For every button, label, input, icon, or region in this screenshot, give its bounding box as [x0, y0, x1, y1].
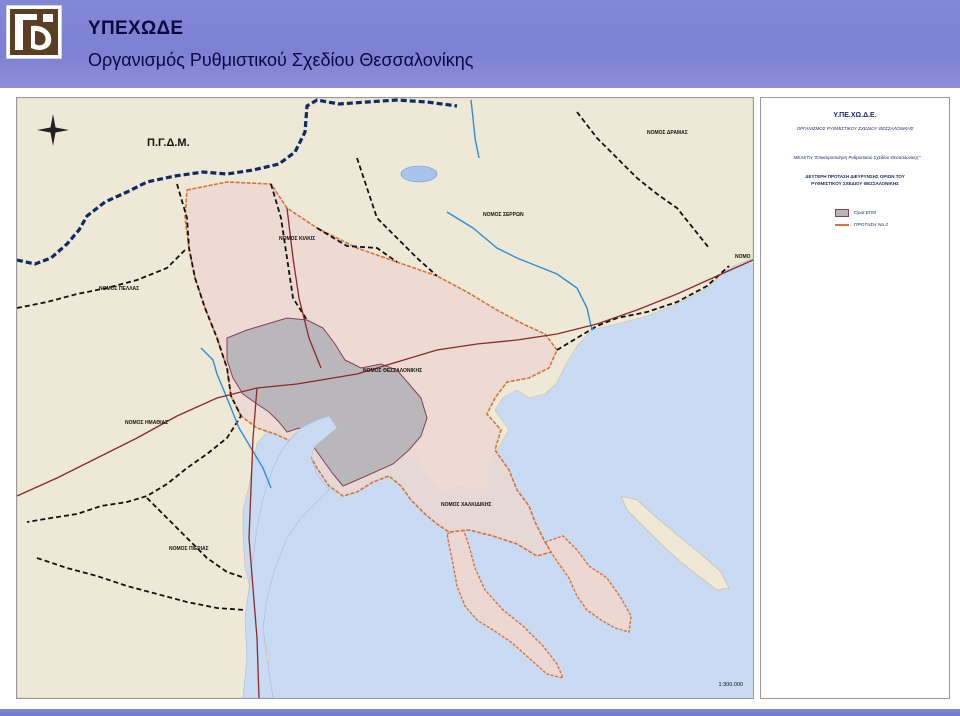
header-subtitle: Οργανισμός Ρυθμιστικού Σχεδίου Θεσσαλονί…	[88, 50, 474, 70]
thessaloniki-region-map: Π.Γ.Δ.Μ. ΝΟΜΟΣ ΔΡΑΜΑΣ ΝΟΜΟΣ ΣΕΡΡΩΝ ΝΟΜΟΣ…	[16, 97, 754, 699]
footer-bar	[0, 709, 960, 716]
header-banner: ΥΠΕΧΩΔΕ Οργανισμός Ρυθμιστικού Σχεδίου Θ…	[0, 0, 960, 88]
label-imathia: ΝΟΜΟΣ ΗΜΑΘΙΑΣ	[125, 420, 168, 426]
legend-swatch-orange-line	[835, 224, 849, 226]
map-svg: Π.Γ.Δ.Μ. ΝΟΜΟΣ ΔΡΑΜΑΣ ΝΟΜΟΣ ΣΕΡΡΩΝ ΝΟΜΟΣ…	[17, 98, 753, 698]
label-pieria: ΝΟΜΟΣ ΠΙΕΡΙΑΣ	[169, 546, 209, 552]
legend-title: Υ.ΠΕ.ΧΩ.Δ.Ε.	[833, 112, 877, 119]
label-chalkidiki: ΝΟΜΟΣ ΧΑΛΚΙΔΙΚΗΣ	[441, 502, 491, 508]
label-drama: ΝΟΜΟΣ ΔΡΑΜΑΣ	[647, 130, 688, 136]
label-kavala-partial: ΝΟΜΟ	[735, 254, 751, 260]
label-fyrom: Π.Γ.Δ.Μ.	[147, 137, 190, 149]
legend-organization: ΟΡΓΑΝΙΣΜΟΣ ΡΥΘΜΙΣΤΙΚΟΥ ΣΧΕΔΙΟΥ ΘΕΣΣΑΛΟΝΙ…	[796, 126, 914, 131]
legend-item-study-area: Όρια ΕΠΘ	[835, 208, 876, 218]
label-kilkis: ΝΟΜΟΣ ΚΙΛΚΙΣ	[279, 236, 315, 242]
label-thessaloniki: ΝΟΜΟΣ ΘΕΣΣΑΛΟΝΙΚΗΣ	[363, 368, 422, 374]
label-pella: ΝΟΜΟΣ ΠΕΛΛΑΣ	[99, 286, 139, 292]
legend-proposal-line2: ΡΥΘΜΙΣΤΙΚΟΥ ΣΧΕΔΙΟΥ ΘΕΣΣΑΛΟΝΙΚΗΣ	[811, 181, 899, 186]
legend-item-label: Όρια ΕΠΘ	[854, 210, 877, 216]
label-serres: ΝΟΜΟΣ ΣΕΡΡΩΝ	[483, 212, 524, 218]
legend-proposal-line1: ΔΕΥΤΕΡΗ ΠΡΟΤΑΣΗ ΔΙΕΥΡΥΝΣΗΣ ΟΡΙΩΝ ΤΟΥ	[805, 174, 905, 179]
legend-study: ΜΕΛΕΤΗ "Επικαιροποίηση Ρυθμιστικού Σχεδί…	[793, 155, 921, 160]
legend-proposal: ΔΕΥΤΕΡΗ ΠΡΟΤΑΣΗ ΔΙΕΥΡΥΝΣΗΣ ΟΡΙΩΝ ΤΟΥ ΡΥΘ…	[771, 173, 939, 187]
legend-item-label: ΠΡΟΤΑΣΗ Νο 2	[854, 222, 888, 228]
legend-panel: Υ.ΠΕ.ΧΩ.Δ.Ε. ΟΡΓΑΝΙΣΜΟΣ ΡΥΘΜΙΣΤΙΚΟΥ ΣΧΕΔ…	[760, 97, 950, 699]
lake-kerkini	[400, 165, 438, 183]
legend-item-proposal: ΠΡΟΤΑΣΗ Νο 2	[835, 220, 888, 230]
header-title: ΥΠΕΧΩΔΕ	[88, 18, 184, 39]
ypexode-logo	[6, 5, 62, 59]
legend-swatch-grey	[835, 209, 849, 217]
map-scale: 1:300.000	[718, 682, 743, 688]
